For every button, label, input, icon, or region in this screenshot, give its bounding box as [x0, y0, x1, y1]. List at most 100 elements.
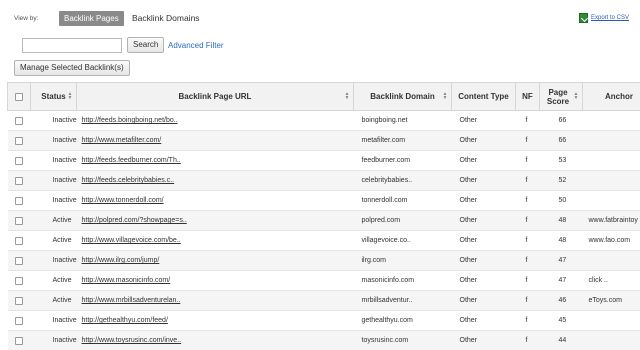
row-checkbox[interactable]	[15, 196, 23, 205]
row-checkbox[interactable]	[15, 156, 23, 165]
export-csv-link[interactable]: Export to CSV	[579, 13, 629, 23]
backlink-url-link[interactable]: http://www.masonicinfo.com/	[82, 277, 171, 284]
url-cell: http://www.tonnerdoll.com/	[76, 190, 354, 211]
row-checkbox-cell[interactable]	[7, 230, 31, 251]
content-type-cell: Other	[451, 170, 516, 191]
column-header-status[interactable]: Status ▲ ▼	[30, 82, 77, 111]
row-checkbox[interactable]	[15, 236, 23, 245]
row-checkbox-cell[interactable]	[7, 330, 31, 350]
status-cell: Active	[30, 290, 77, 311]
row-checkbox-cell[interactable]	[7, 210, 31, 231]
page-score-cell: 47	[539, 270, 583, 291]
backlink-url-link[interactable]: http://www.mrbillsadventurelan..	[82, 297, 181, 304]
table-header-row: Status ▲ ▼ Backlink Page URL ▲ ▼ Backlink Do…	[7, 82, 640, 111]
row-checkbox-cell[interactable]	[7, 110, 31, 131]
url-cell: http://feeds.feedburner.com/Th..	[76, 150, 354, 171]
table-row[interactable]: Inactive http://feeds.boingboing.net/bo..…	[7, 110, 640, 131]
anchor-cell: click ..	[582, 270, 640, 291]
backlinks-table: Status ▲ ▼ Backlink Page URL ▲ ▼ Backlink Do…	[7, 82, 640, 350]
row-checkbox[interactable]	[15, 136, 23, 145]
row-checkbox[interactable]	[15, 296, 23, 305]
row-checkbox[interactable]	[15, 336, 23, 345]
domain-cell: metafilter.com	[353, 130, 452, 151]
page-score-cell: 52	[539, 170, 583, 191]
advanced-filter-link[interactable]: Advanced Filter	[168, 41, 224, 50]
row-checkbox[interactable]	[15, 116, 23, 125]
status-cell: Inactive	[30, 150, 77, 171]
page-score-cell: 50	[539, 190, 583, 211]
table-row[interactable]: Active http://www.villagevoice.com/be.. vi…	[7, 230, 640, 251]
backlink-url-link[interactable]: http://www.villagevoice.com/be..	[82, 237, 181, 244]
tab-backlink-domains[interactable]: Backlink Domains	[132, 13, 200, 23]
column-header-nf[interactable]: NF	[515, 82, 540, 111]
column-header-anchor[interactable]: Anchor	[582, 82, 640, 111]
spreadsheet-icon	[579, 13, 588, 23]
url-cell: http://gethealthyu.com/feed/	[76, 310, 354, 331]
table-row[interactable]: Inactive http://gethealthyu.com/feed/geth…	[7, 310, 640, 331]
page-score-cell: 66	[539, 110, 583, 131]
nf-cell: f	[515, 190, 540, 211]
table-row[interactable]: Inactive http://www.toysrusinc.com/inve..…	[7, 330, 640, 350]
domain-cell: mrbillsadventur..	[353, 290, 452, 311]
domain-cell: villagevoice.co..	[353, 230, 452, 251]
backlink-url-link[interactable]: http://www.metafilter.com/	[82, 137, 162, 144]
table-row[interactable]: Inactive http://www.tonnerdoll.com/tonner…	[7, 190, 640, 211]
status-cell: Active	[30, 210, 77, 231]
nf-cell: f	[515, 110, 540, 131]
status-cell: Inactive	[30, 250, 77, 271]
url-cell: http://www.ilrg.com/jump/	[76, 250, 354, 271]
anchor-cell	[582, 110, 640, 131]
row-checkbox-cell[interactable]	[7, 190, 31, 211]
backlink-url-link[interactable]: http://gethealthyu.com/feed/	[82, 317, 168, 324]
table-row[interactable]: Active http://www.masonicinfo.com/masonic…	[7, 270, 640, 291]
backlink-url-link[interactable]: http://polpred.com/?showpage=s..	[82, 217, 187, 224]
table-row[interactable]: Inactive http://feeds.feedburner.com/Th..…	[7, 150, 640, 171]
anchor-cell	[582, 130, 640, 151]
backlink-url-link[interactable]: http://feeds.celebritybabies.c..	[82, 177, 175, 184]
backlink-url-link[interactable]: http://www.ilrg.com/jump/	[82, 257, 160, 264]
row-checkbox[interactable]	[15, 316, 23, 325]
row-checkbox-cell[interactable]	[7, 290, 31, 311]
table-row[interactable]: Inactive http://feeds.celebritybabies.c..…	[7, 170, 640, 191]
anchor-cell: eToys.com	[582, 290, 640, 311]
search-button[interactable]: Search	[127, 37, 165, 53]
nf-cell: f	[515, 250, 540, 271]
column-header-page-score[interactable]: Page Score ▲ ▼	[539, 82, 583, 111]
backlink-url-link[interactable]: http://www.toysrusinc.com/inve..	[82, 337, 182, 344]
backlink-url-link[interactable]: http://feeds.feedburner.com/Th..	[82, 157, 181, 164]
backlink-url-link[interactable]: http://www.tonnerdoll.com/	[82, 197, 164, 204]
select-all-checkbox-cell[interactable]	[7, 82, 31, 111]
table-row[interactable]: Active http://www.mrbillsadventurelan.. mr…	[7, 290, 640, 311]
manage-selected-backlinks-button[interactable]: Manage Selected Backlink(s)	[14, 60, 130, 76]
row-checkbox[interactable]	[15, 176, 23, 185]
column-header-url[interactable]: Backlink Page URL ▲ ▼	[76, 82, 354, 111]
row-checkbox-cell[interactable]	[7, 250, 31, 271]
row-checkbox[interactable]	[15, 256, 23, 265]
row-checkbox-cell[interactable]	[7, 150, 31, 171]
domain-cell: feedburner.com	[353, 150, 452, 171]
content-type-cell: Other	[451, 150, 516, 171]
nf-cell: f	[515, 230, 540, 251]
row-checkbox-cell[interactable]	[7, 170, 31, 191]
nf-cell: f	[515, 330, 540, 350]
row-checkbox[interactable]	[15, 276, 23, 285]
table-row[interactable]: Inactive http://www.ilrg.com/jump/ilrg.co…	[7, 250, 640, 271]
row-checkbox-cell[interactable]	[7, 270, 31, 291]
column-header-domain[interactable]: Backlink Domain ▲ ▼	[353, 82, 452, 111]
nf-cell: f	[515, 150, 540, 171]
row-checkbox-cell[interactable]	[7, 310, 31, 331]
row-checkbox[interactable]	[15, 216, 23, 225]
column-header-content-type[interactable]: Content Type	[451, 82, 516, 111]
page-score-cell: 53	[539, 150, 583, 171]
sort-icon: ▲ ▼	[344, 91, 350, 101]
row-checkbox-cell[interactable]	[7, 130, 31, 151]
domain-cell: boingboing.net	[353, 110, 452, 131]
table-row[interactable]: Active http://polpred.com/?showpage=s.. po…	[7, 210, 640, 231]
select-all-checkbox[interactable]	[15, 92, 23, 101]
url-cell: http://www.toysrusinc.com/inve..	[76, 330, 354, 350]
page-score-cell: 46	[539, 290, 583, 311]
backlink-url-link[interactable]: http://feeds.boingboing.net/bo..	[82, 117, 178, 124]
tab-backlink-pages[interactable]: Backlink Pages	[59, 11, 124, 26]
search-input[interactable]	[22, 38, 122, 53]
table-row[interactable]: Inactive http://www.metafilter.com/metafi…	[7, 130, 640, 151]
